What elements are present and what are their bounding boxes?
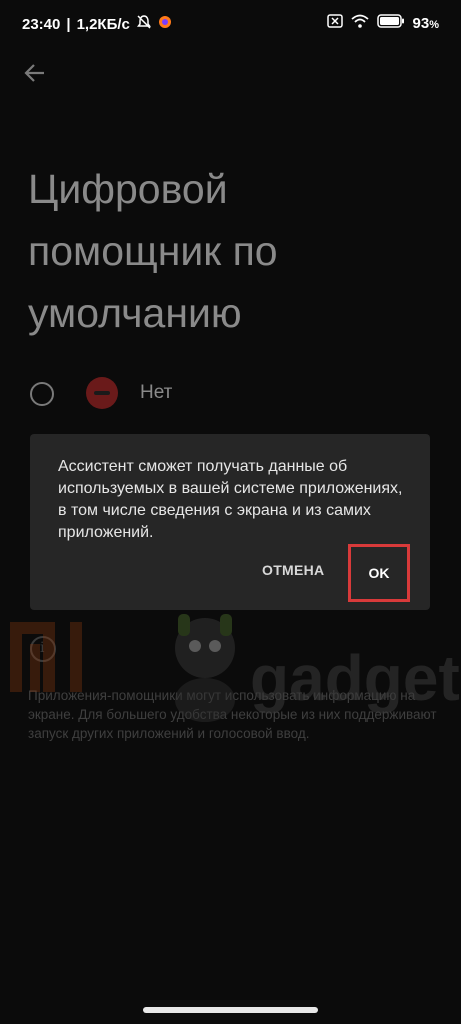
permission-dialog: Ассистент сможет получать данные об испо… <box>30 434 430 610</box>
radio-button[interactable] <box>30 382 54 406</box>
ok-button[interactable]: OK <box>348 544 410 602</box>
page-title: Цифровой помощник по умолчанию <box>28 166 278 336</box>
status-left: 23:40 | 1,2КБ/с <box>22 14 172 34</box>
status-right: 93% <box>326 14 439 32</box>
option-none-label: Нет <box>140 382 173 403</box>
dialog-message: Ассистент сможет получать данные об испо… <box>58 458 403 541</box>
battery-percent: 93% <box>413 15 439 32</box>
home-indicator[interactable] <box>143 1007 318 1013</box>
status-bar: 23:40 | 1,2КБ/с 93% <box>0 0 461 48</box>
cancel-button[interactable]: ОТМЕНА <box>262 562 324 578</box>
footer-text: Приложения-помощники могут использовать … <box>28 688 437 741</box>
back-arrow-icon <box>24 64 44 82</box>
mute-icon <box>136 14 152 34</box>
wifi-icon <box>350 14 369 32</box>
option-none-row[interactable]: Нет <box>28 372 428 416</box>
info-icon <box>30 636 56 662</box>
battery-percent-value: 93 <box>412 14 430 32</box>
app-notification-icon <box>158 15 172 33</box>
status-net-speed: 1,2КБ/с <box>76 15 130 33</box>
none-icon <box>86 377 118 409</box>
status-separator: | <box>66 15 71 33</box>
sim-off-icon <box>326 14 343 32</box>
battery-icon <box>376 14 405 32</box>
battery-percent-suffix: % <box>429 18 439 31</box>
back-button[interactable] <box>18 56 52 90</box>
status-time: 23:40 <box>22 15 61 33</box>
